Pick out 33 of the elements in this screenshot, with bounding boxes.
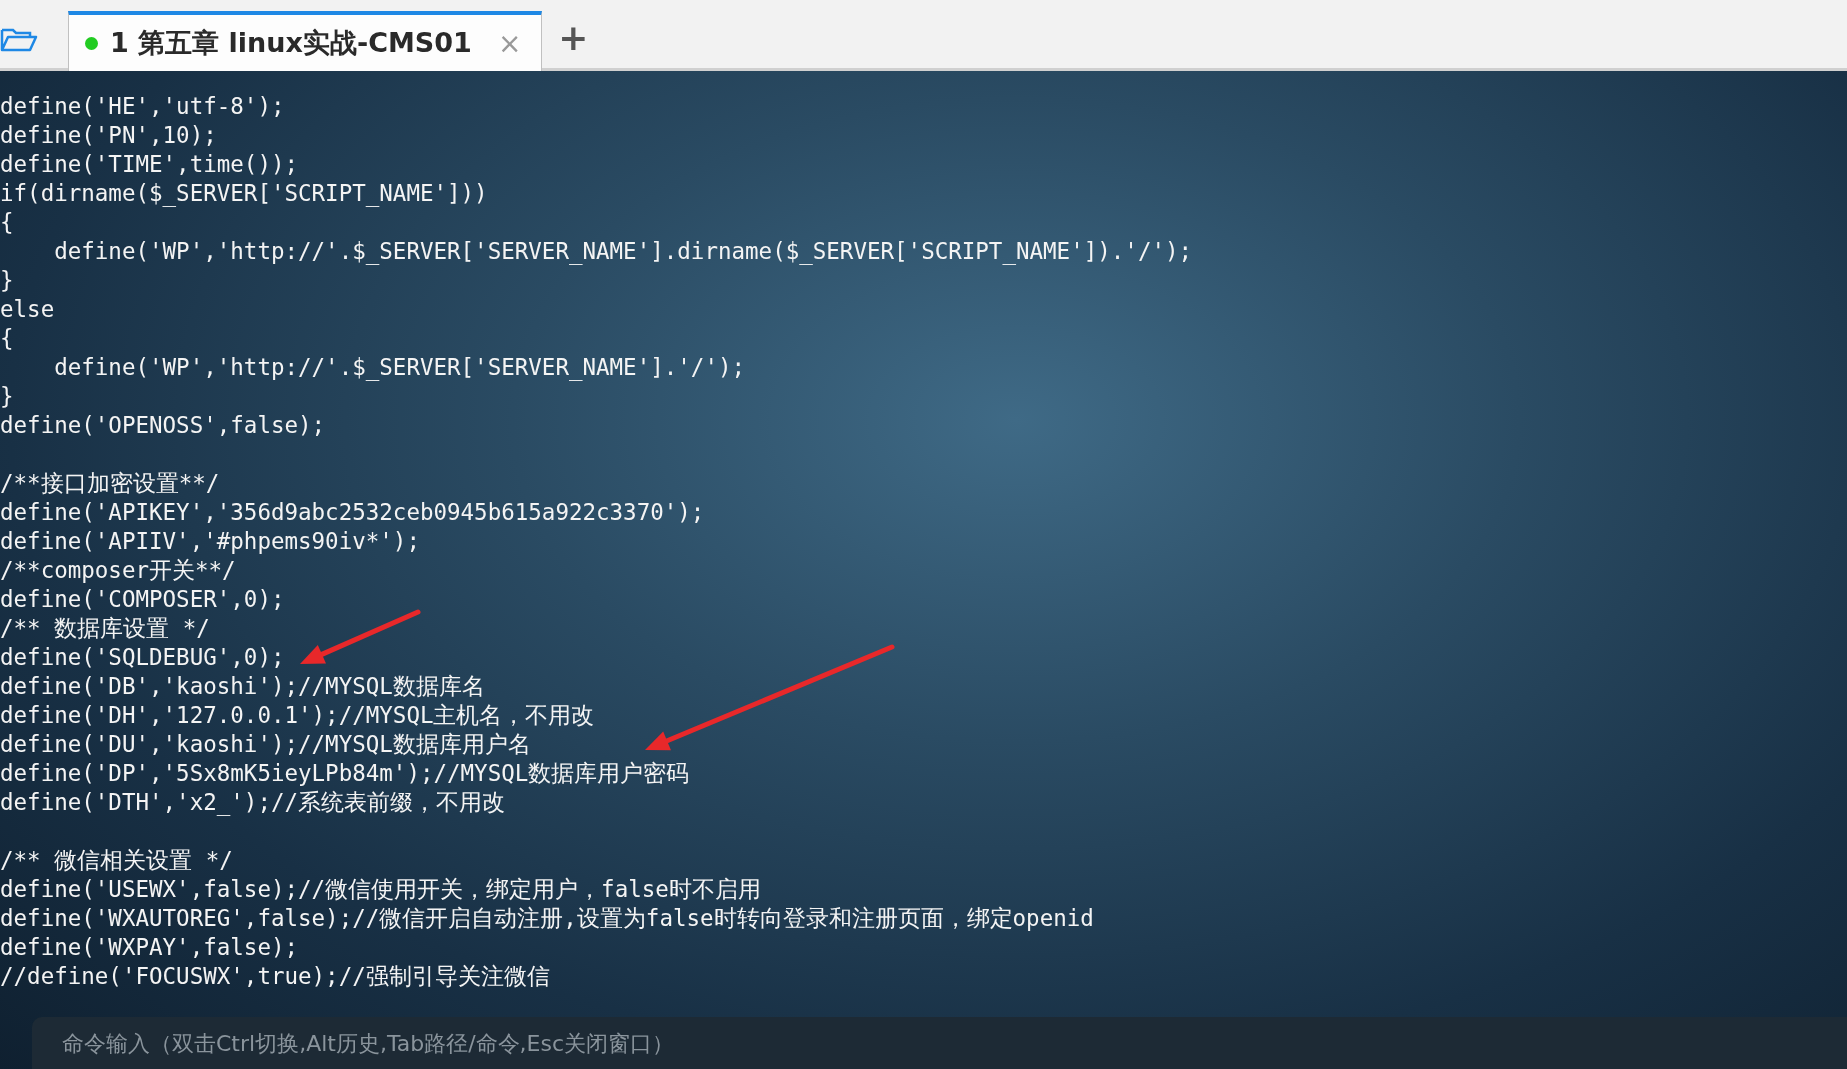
new-tab-button[interactable]: + <box>558 17 589 58</box>
command-input-field[interactable]: 命令输入（双击Ctrl切换,Alt历史,Tab路径/命令,Esc关闭窗口） <box>32 1017 1847 1069</box>
code-line: define('TIME',time()); <box>0 151 298 177</box>
code-line: define('WP','http://'.$_SERVER['SERVER_NAME'].dirname($_SERVER['SCRIPT_NAME']).'/'); <box>53 238 1193 264</box>
code-line: } <box>0 267 14 293</box>
code-line: define('COMPOSER',0); <box>0 586 285 612</box>
code-line: define('APIIV','#phpems90iv*'); <box>0 528 420 554</box>
code-line: define('DTH','x2_');//系统表前缀，不用改 <box>0 789 505 815</box>
code-line: if(dirname($_SERVER['SCRIPT_NAME'])) <box>0 180 488 206</box>
code-line: define('DB','kaoshi');//MYSQL数据库名 <box>0 673 485 699</box>
code-line: /**composer开关**/ <box>0 557 236 583</box>
session-tab[interactable]: 1 第五章 linux实战-CMS01 × <box>68 11 543 71</box>
code-line: define('USEWX',false);//微信使用开关，绑定用户，false时不启用 <box>0 876 761 902</box>
code-line: define('WXAUTOREG',false);//微信开启自动注册,设置为false时转向登录和注册页面，绑定openid <box>0 905 1094 931</box>
code-line: define('APIKEY','356d9abc2532ceb0945b615a922c3370'); <box>0 499 705 525</box>
code-line: /** 微信相关设置 */ <box>0 847 233 873</box>
code-line: define('DU','kaoshi');//MYSQL数据库用户名 <box>0 731 531 757</box>
code-line: /** 数据库设置 */ <box>0 615 210 641</box>
code-line: define('OPENOSS',false); <box>0 412 326 438</box>
code-line: /**接口加密设置**/ <box>0 470 220 496</box>
code-line: define('SQLDEBUG',0); <box>0 644 285 670</box>
code-line: { <box>0 325 14 351</box>
code-line: define('PN',10); <box>0 122 217 148</box>
code-line: define('DH','127.0.0.1');//MYSQL主机名，不用改 <box>0 702 595 728</box>
code-line: else <box>0 296 55 322</box>
code-line: define('WP','http://'.$_SERVER['SERVER_NAME'].'/'); <box>53 354 746 380</box>
code-line: //define('FOCUSWX',true);//强制引导关注微信 <box>0 963 550 989</box>
code-line: } <box>0 383 14 409</box>
code-line: define('DP','5Sx8mK5ieyLPb84m');//MYSQL数据库用户密码 <box>0 760 690 786</box>
code-line: { <box>0 209 14 235</box>
tab-title: 1 第五章 linux实战-CMS01 <box>110 26 472 60</box>
code-line: define('WXPAY',false); <box>0 934 298 960</box>
code-line: define('HE','utf-8'); <box>0 93 285 119</box>
